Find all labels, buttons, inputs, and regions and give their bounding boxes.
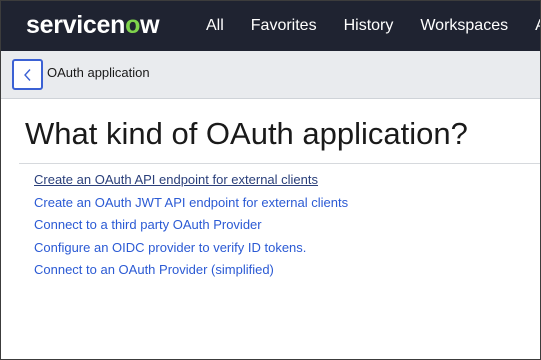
- nav-item-workspaces[interactable]: Workspaces: [420, 17, 508, 35]
- logo-text-start: servicen: [26, 11, 126, 39]
- app-window: servicenow All Favorites History Workspa…: [0, 0, 541, 360]
- header-title: OAuth application: [47, 65, 150, 80]
- list-item: Configure an OIDC provider to verify ID …: [34, 237, 348, 260]
- list-item: Connect to a third party OAuth Provider: [34, 214, 348, 237]
- nav-menu: All Favorites History Workspaces A: [206, 1, 540, 51]
- nav-item-favorites[interactable]: Favorites: [251, 17, 317, 35]
- list-item: Create an OAuth API endpoint for externa…: [34, 169, 348, 192]
- link-third-party-provider[interactable]: Connect to a third party OAuth Provider: [34, 217, 262, 232]
- logo-text-end: w: [140, 11, 160, 39]
- link-oauth-api-endpoint[interactable]: Create an OAuth API endpoint for externa…: [34, 172, 318, 187]
- form-header: OAuth application: [1, 51, 540, 99]
- list-item: Create an OAuth JWT API endpoint for ext…: [34, 192, 348, 215]
- nav-item-history[interactable]: History: [344, 17, 394, 35]
- link-oidc-provider[interactable]: Configure an OIDC provider to verify ID …: [34, 240, 306, 255]
- link-oauth-jwt-api-endpoint[interactable]: Create an OAuth JWT API endpoint for ext…: [34, 195, 348, 210]
- nav-item-all[interactable]: All: [206, 17, 224, 35]
- chevron-left-icon: [23, 68, 33, 82]
- link-oauth-provider-simplified[interactable]: Connect to an OAuth Provider (simplified…: [34, 262, 274, 277]
- list-item: Connect to an OAuth Provider (simplified…: [34, 259, 348, 282]
- top-navbar: servicenow All Favorites History Workspa…: [1, 1, 540, 51]
- servicenow-logo[interactable]: servicenow: [26, 10, 160, 40]
- oauth-type-list: Create an OAuth API endpoint for externa…: [34, 169, 348, 282]
- page-title: What kind of OAuth application?: [25, 116, 468, 151]
- divider: [19, 163, 540, 164]
- nav-item-admin-truncated[interactable]: A: [535, 17, 540, 35]
- back-button[interactable]: [12, 59, 43, 90]
- logo-o-mark: o: [125, 11, 141, 39]
